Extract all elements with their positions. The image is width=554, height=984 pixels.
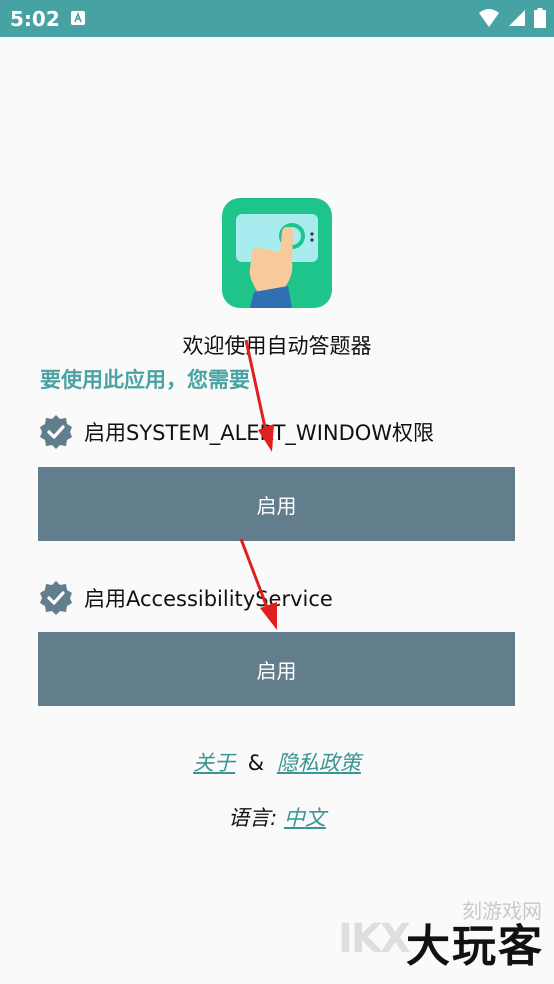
status-time: 5:02 <box>10 7 60 31</box>
about-link[interactable]: 关于 <box>193 751 235 775</box>
permission-overlay-row: 启用SYSTEM_ALERT_WINDOW权限 <box>38 414 434 450</box>
watermark: IKX 刻游戏网 大玩客 <box>338 899 548 978</box>
check-badge-icon <box>40 581 72 615</box>
enable-accessibility-button[interactable]: 启用 <box>38 632 515 706</box>
battery-icon <box>534 8 546 28</box>
app-icon <box>222 198 332 308</box>
language-label: 语言: <box>228 806 278 830</box>
wifi-icon <box>479 9 499 27</box>
signal-icon <box>509 10 525 26</box>
status-icons <box>478 8 546 28</box>
status-bar: 5:02 <box>0 0 554 37</box>
watermark-logo: IKX <box>338 916 411 962</box>
privacy-policy-link[interactable]: 隐私政策 <box>277 751 361 775</box>
watermark-main-text: 大玩客 <box>406 921 544 972</box>
links-row: 关于 & 隐私政策 <box>0 747 554 777</box>
requirement-heading: 要使用此应用，您需要 <box>40 368 250 392</box>
links-separator: & <box>247 751 265 775</box>
language-row: 语言: 中文 <box>0 802 554 832</box>
notification-icon <box>71 11 85 25</box>
enable-overlay-button[interactable]: 启用 <box>38 467 515 541</box>
check-badge-icon <box>40 415 72 449</box>
welcome-title: 欢迎使用自动答题器 <box>182 334 372 358</box>
permission-overlay-label: 启用SYSTEM_ALERT_WINDOW权限 <box>84 421 435 445</box>
permission-accessibility-label: 启用AccessibilityService <box>84 587 333 611</box>
language-link[interactable]: 中文 <box>284 806 326 830</box>
permission-accessibility-row: 启用AccessibilityService <box>38 580 333 616</box>
